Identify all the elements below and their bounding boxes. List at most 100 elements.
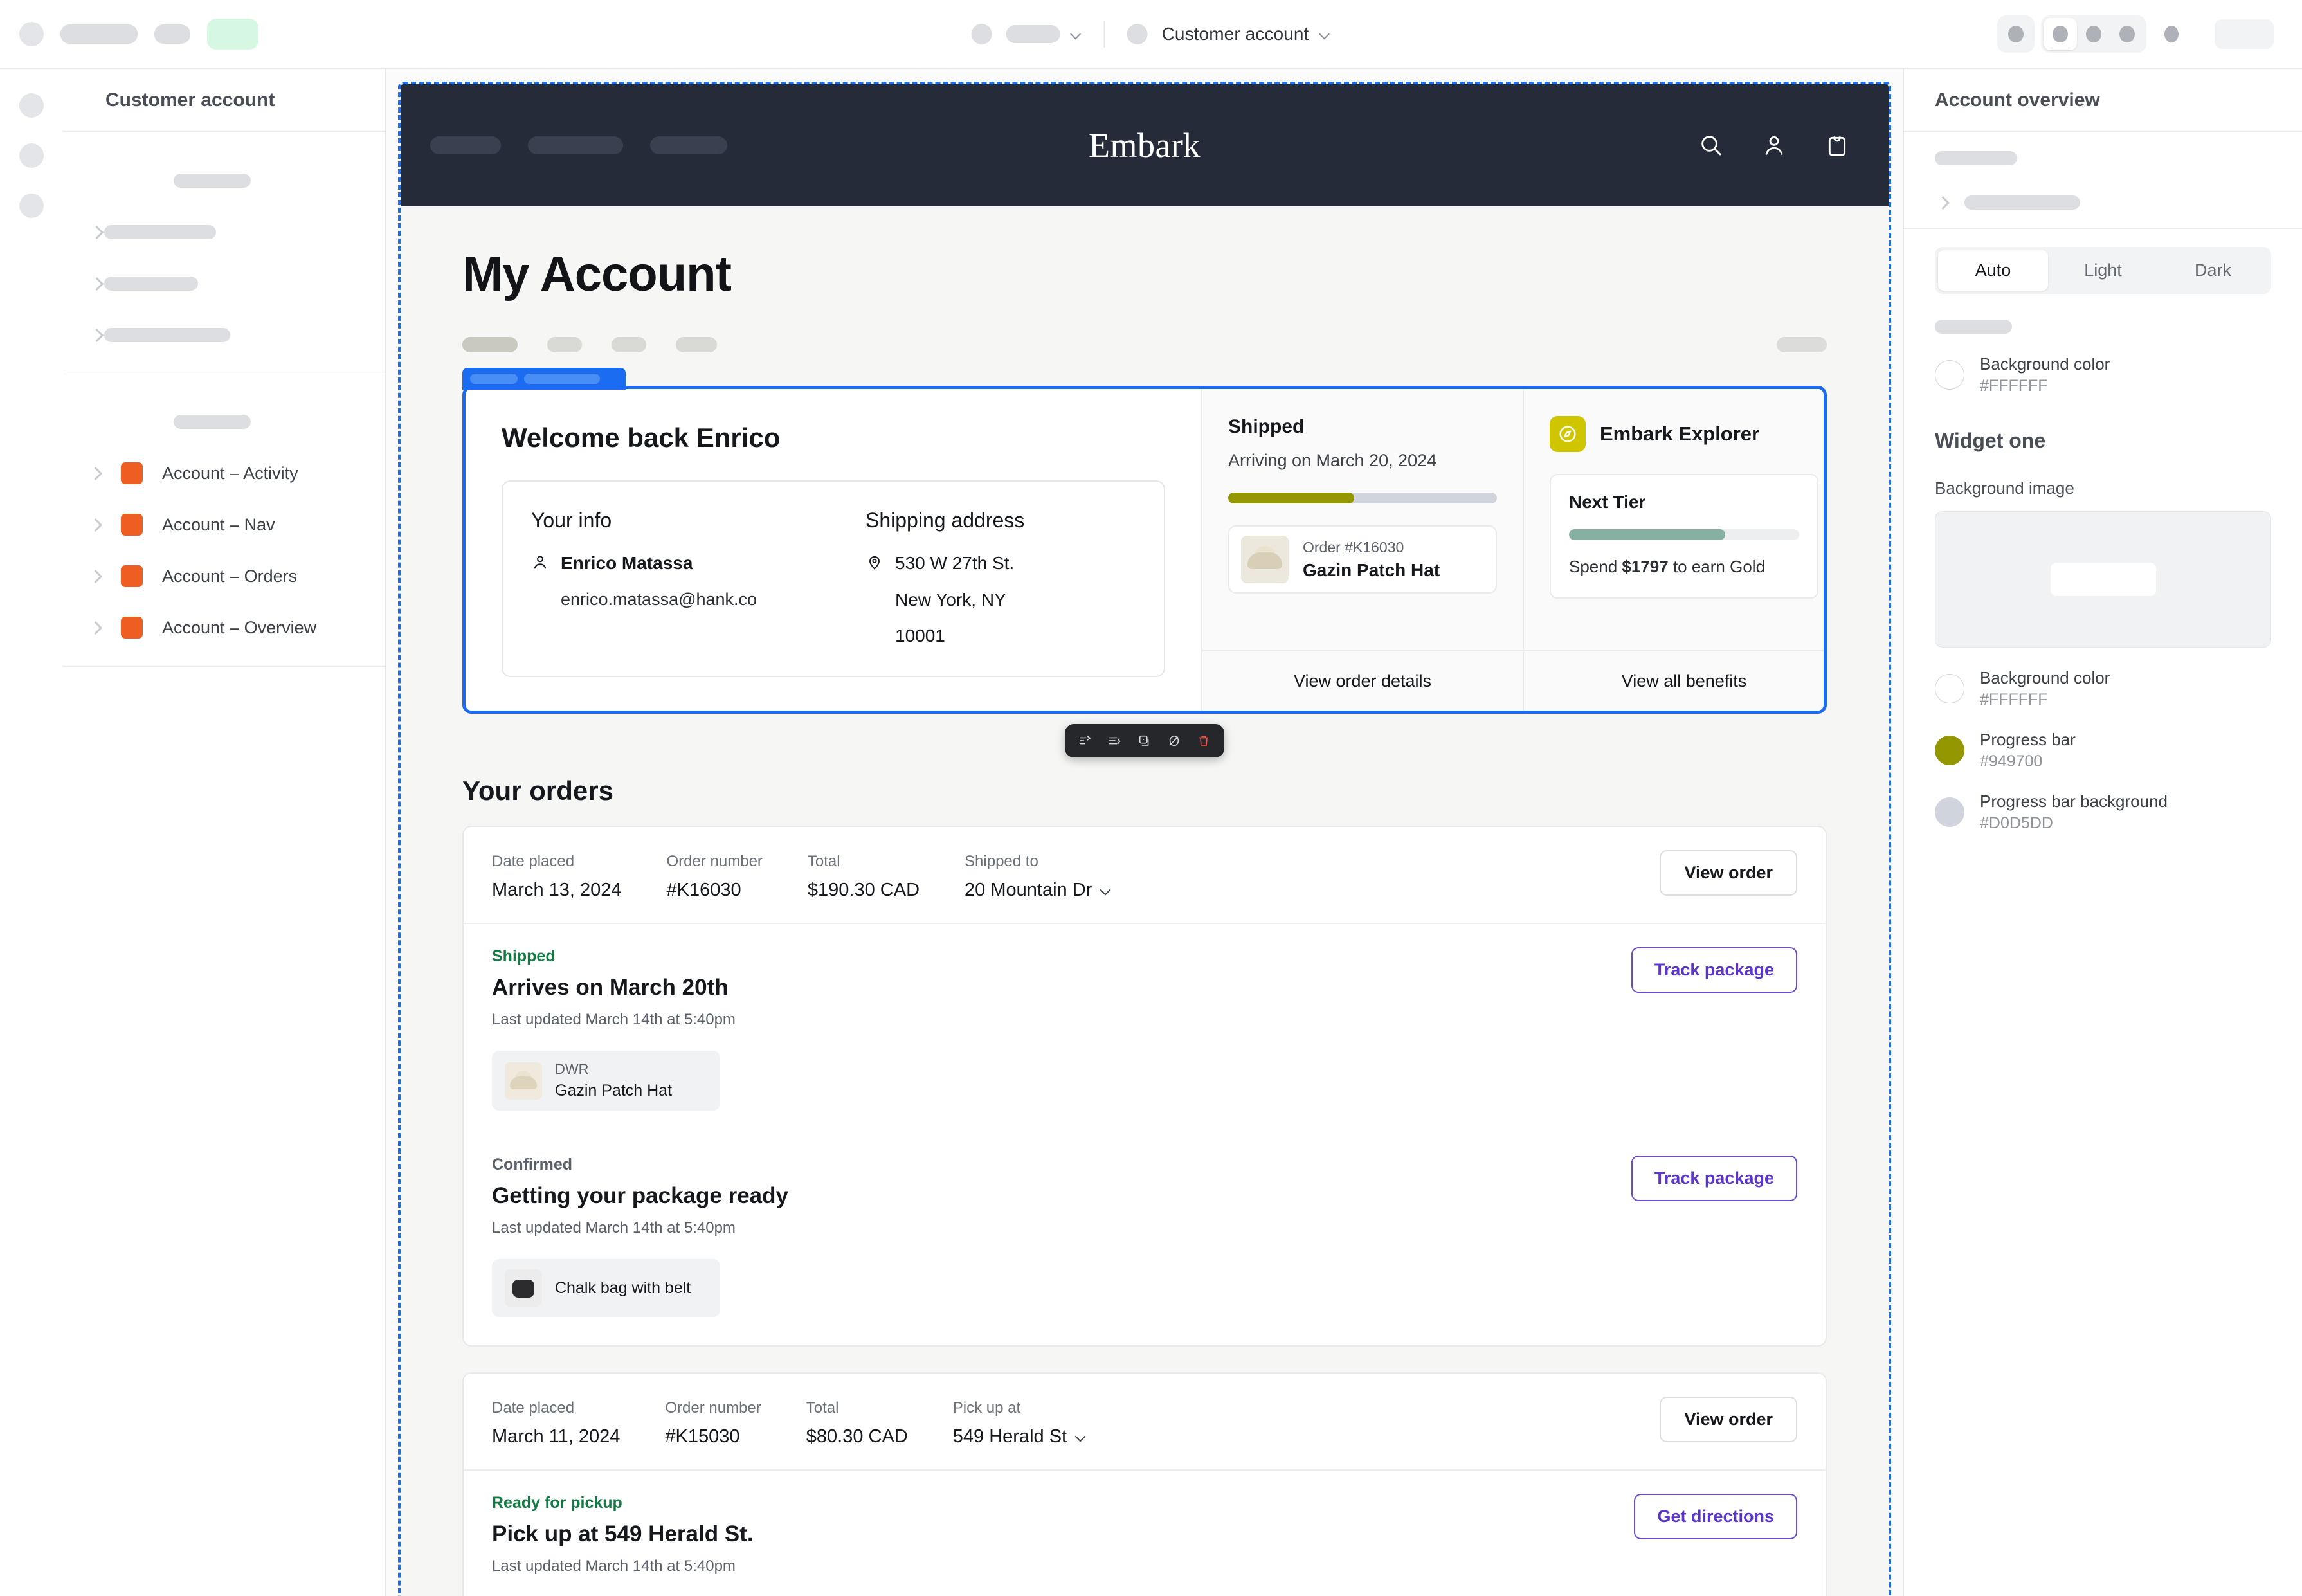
color-setting-row[interactable]: Background color #FFFFFF	[1935, 668, 2271, 709]
order-meta-pickup[interactable]: Pick up at 549 Herald St	[953, 1399, 1086, 1447]
order-card[interactable]: Date placed March 13, 2024 Order number …	[462, 826, 1827, 1347]
duplicate-icon[interactable]	[1133, 729, 1156, 752]
cart-icon[interactable]	[1824, 132, 1850, 158]
embark-explorer-card[interactable]: Embark Explorer Next Tier Spend $1797 to…	[1523, 389, 1824, 711]
color-swatch-icon[interactable]	[1935, 360, 1964, 390]
tablet-preview-button[interactable]	[2077, 18, 2110, 50]
nav-placeholder[interactable]	[528, 136, 623, 154]
view-order-details-link[interactable]: View order details	[1202, 650, 1523, 711]
search-icon[interactable]	[1698, 132, 1724, 158]
track-package-button[interactable]: Track package	[1631, 947, 1797, 993]
inspector-skeleton-row[interactable]	[1935, 195, 2271, 210]
save-button-placeholder[interactable]	[2215, 19, 2274, 49]
store-avatar[interactable]	[971, 24, 992, 44]
sidebar-item-account-nav[interactable]: Account – Nav	[63, 499, 385, 550]
order-line-item[interactable]: Chalk bag with belt	[492, 1259, 720, 1317]
desktop-preview-button[interactable]	[2044, 18, 2077, 50]
rail-icon-apps[interactable]	[19, 194, 44, 218]
sidebar-skeleton-row[interactable]	[63, 309, 385, 361]
undo-icon-button[interactable]	[1997, 15, 2035, 53]
color-setting-label: Background color	[1980, 354, 2110, 374]
app-menu-icon[interactable]	[19, 22, 44, 46]
upload-button-placeholder[interactable]	[2050, 563, 2156, 596]
status-placeholder-badge[interactable]	[207, 19, 258, 50]
tier-amount: $1797	[1622, 557, 1669, 576]
meta-label: Order number	[666, 853, 763, 870]
chevron-down-icon[interactable]	[1071, 28, 1082, 40]
account-icon[interactable]	[1761, 132, 1787, 158]
tab-placeholder-active[interactable]	[462, 337, 518, 352]
store-name-placeholder[interactable]	[1006, 25, 1060, 43]
order-line-item[interactable]: DWR Gazin Patch Hat	[492, 1051, 720, 1111]
order-meta-number: Order number #K15030	[665, 1399, 761, 1447]
rail-icon-sections[interactable]	[19, 93, 44, 118]
tab-placeholder-right[interactable]	[1777, 337, 1827, 352]
chevron-right-icon[interactable]	[89, 224, 104, 240]
chevron-down-icon[interactable]	[1319, 28, 1330, 40]
theme-tab-dark[interactable]: Dark	[2158, 250, 2268, 291]
customer-info-box: Your info Enrico Matassa enrico.matassa@…	[502, 480, 1165, 677]
welcome-heading: Welcome back Enrico	[502, 422, 781, 453]
inspector-title: Account overview	[1904, 69, 2302, 132]
color-setting-row[interactable]: Progress bar background #D0D5DD	[1935, 792, 2271, 833]
theme-tab-auto[interactable]: Auto	[1938, 250, 2048, 291]
meta-value-row[interactable]: 20 Mountain Dr	[965, 880, 1111, 901]
view-order-button[interactable]: View order	[1660, 850, 1797, 896]
inspector-body: Background color #FFFFFF Widget one Back…	[1904, 320, 2302, 833]
meta-value-row[interactable]: 549 Herald St	[953, 1426, 1086, 1447]
color-swatch-icon[interactable]	[1935, 736, 1964, 765]
chevron-right-icon[interactable]	[89, 327, 104, 343]
tab-placeholder[interactable]	[547, 337, 582, 352]
chevron-right-icon[interactable]	[89, 276, 104, 291]
order-card[interactable]: Date placed March 11, 2024 Order number …	[462, 1372, 1827, 1596]
view-order-button[interactable]: View order	[1660, 1397, 1797, 1442]
color-setting-row[interactable]: Background color #FFFFFF	[1935, 354, 2271, 395]
chevron-down-icon[interactable]	[1101, 885, 1111, 896]
breadcrumb-placeholder-2[interactable]	[154, 24, 190, 44]
nav-placeholder[interactable]	[650, 136, 727, 154]
view-all-benefits-link[interactable]: View all benefits	[1524, 650, 1824, 711]
shipped-card-title: Shipped	[1228, 416, 1305, 437]
theme-tab-light[interactable]: Light	[2048, 250, 2158, 291]
tab-placeholder[interactable]	[612, 337, 646, 352]
shipped-product-box[interactable]: Order #K16030 Gazin Patch Hat	[1228, 525, 1497, 594]
more-options-icon[interactable]	[2164, 26, 2179, 42]
delete-icon[interactable]	[1192, 729, 1215, 752]
nav-placeholder[interactable]	[430, 136, 501, 154]
element-action-toolbar	[1065, 724, 1224, 757]
sidebar-item-account-overview[interactable]: Account – Overview	[63, 602, 385, 653]
color-swatch-icon[interactable]	[1935, 797, 1964, 827]
sidebar-item-account-orders[interactable]: Account – Orders	[63, 550, 385, 602]
mobile-preview-button[interactable]	[2110, 18, 2144, 50]
move-out-icon[interactable]	[1074, 729, 1097, 752]
meta-label: Pick up at	[952, 1399, 1021, 1417]
account-switcher-label[interactable]: Customer account	[1162, 24, 1309, 44]
hide-icon[interactable]	[1163, 729, 1186, 752]
get-directions-button[interactable]: Get directions	[1634, 1494, 1797, 1539]
color-setting-value: #D0D5DD	[1980, 814, 2053, 832]
track-package-button[interactable]: Track package	[1631, 1156, 1797, 1201]
sidebar-skeleton-row[interactable]	[63, 206, 385, 258]
color-setting-row[interactable]: Progress bar #949700	[1935, 730, 2271, 771]
fulfillment-title: Getting your package ready	[492, 1183, 788, 1208]
chevron-right-icon[interactable]	[87, 620, 103, 635]
sidebar-item-account-activity[interactable]: Account – Activity	[63, 448, 385, 499]
chevron-right-icon[interactable]	[87, 517, 103, 532]
order-meta-destination[interactable]: Shipped to 20 Mountain Dr	[965, 853, 1111, 901]
selected-section-tab-handle[interactable]	[462, 368, 626, 390]
rail-icon-theme[interactable]	[19, 143, 44, 168]
chevron-right-icon[interactable]	[1935, 195, 1950, 210]
chevron-right-icon[interactable]	[87, 568, 103, 584]
move-down-icon[interactable]	[1103, 729, 1127, 752]
shipped-status-card[interactable]: Shipped Arriving on March 20, 2024 Order…	[1201, 389, 1523, 711]
color-swatch-icon[interactable]	[1935, 674, 1964, 703]
sidebar-skeleton-row[interactable]	[63, 258, 385, 309]
storefront-header: Embark	[401, 84, 1889, 206]
background-image-dropzone[interactable]	[1935, 511, 2271, 648]
breadcrumb-placeholder-1[interactable]	[60, 24, 138, 44]
account-avatar[interactable]	[1127, 24, 1148, 44]
tab-placeholder[interactable]	[676, 337, 717, 352]
welcome-section[interactable]: Welcome back Enrico Your info Enrico Mat…	[462, 386, 1827, 714]
chevron-right-icon[interactable]	[87, 466, 103, 481]
chevron-down-icon[interactable]	[1076, 1432, 1086, 1442]
